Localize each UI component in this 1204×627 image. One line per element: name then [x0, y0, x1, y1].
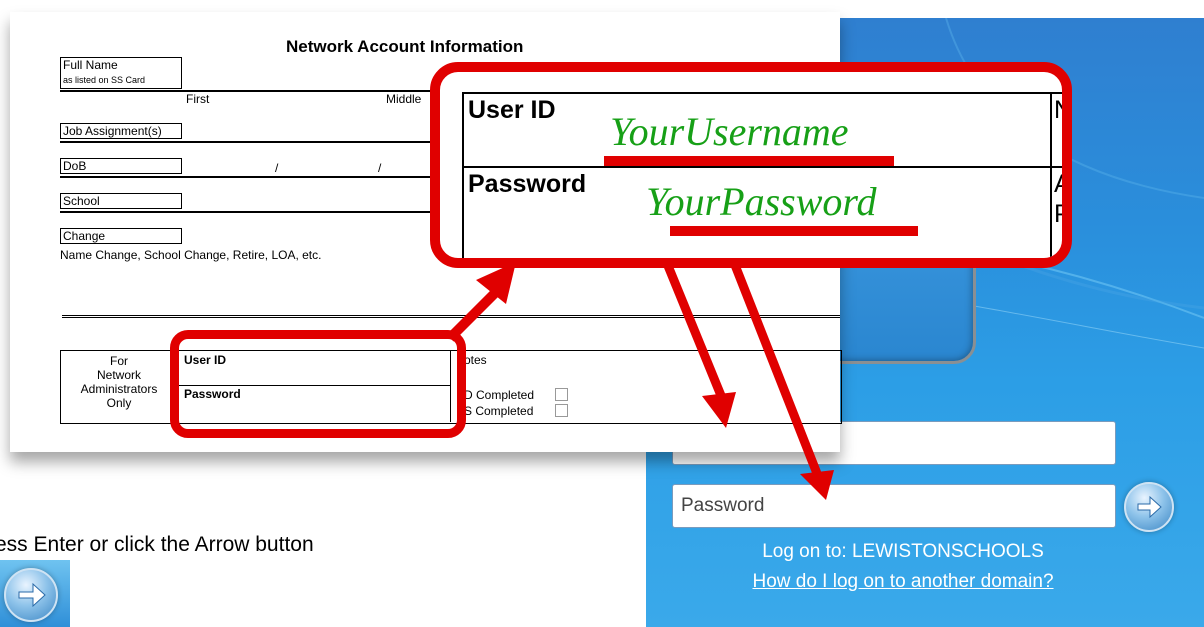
password-underline [670, 226, 918, 236]
zoom-right-border [1050, 92, 1052, 258]
zoom-edge-a: A [1054, 170, 1071, 198]
zoom-top-border [462, 92, 1062, 94]
arrow-button-sample [0, 560, 70, 627]
full-name-label: Full Name [63, 58, 118, 72]
completed-checkbox-1[interactable] [555, 388, 568, 401]
dob-line [60, 176, 460, 178]
school-line [60, 211, 460, 213]
job-line [60, 141, 460, 143]
password-field[interactable]: Password [672, 484, 1116, 528]
job-assignment-label: Job Assignment(s) [63, 124, 162, 138]
arrow-right-circle-icon [4, 568, 58, 622]
change-label: Change [63, 229, 106, 243]
submit-arrow-button[interactable] [1124, 482, 1174, 532]
zoom-edge-p: P [1054, 200, 1071, 228]
username-underline [604, 156, 894, 166]
dob-label: DoB [63, 159, 87, 173]
logon-domain-text: Log on to: LEWISTONSCHOOLS [762, 541, 1044, 562]
admin-line-2: Network [96, 368, 141, 382]
zoom-password-label: Password [468, 170, 587, 198]
admin-line-4: Only [106, 396, 132, 410]
dob-slash-2: / [378, 161, 382, 175]
zoomed-credentials-callout: User ID Password YourUsername YourPasswo… [430, 62, 1072, 268]
zoom-edge-n: N [1054, 96, 1072, 124]
credentials-highlight-box [170, 330, 466, 438]
change-note: Name Change, School Change, Retire, LOA,… [60, 248, 322, 262]
completed-label-1: D Completed [464, 388, 535, 402]
other-domain-link[interactable]: How do I log on to another domain? [646, 571, 1182, 593]
password-example: YourPassword [646, 179, 877, 224]
zoom-user-id-label: User ID [468, 96, 556, 124]
completed-label-2: S Completed [464, 404, 534, 418]
admin-line-3: Administrators [80, 382, 158, 396]
school-label: School [63, 194, 100, 208]
dob-slash-1: / [275, 161, 279, 175]
notes-label: otes [464, 353, 487, 367]
full-name-sublabel: as listed on SS Card [63, 75, 146, 85]
zoom-row-divider [462, 166, 1062, 168]
arrow-right-circle-icon [1137, 495, 1162, 519]
form-title: Network Account Information [286, 37, 524, 56]
completed-checkbox-2[interactable] [555, 404, 568, 417]
section-divider [62, 315, 840, 318]
instruction-caption: ress Enter or click the Arrow button [0, 533, 314, 556]
first-label: First [186, 92, 210, 106]
arrow-glyph-icon [18, 582, 46, 608]
middle-label: Middle [386, 92, 422, 106]
admin-line-1: For [110, 354, 128, 368]
zoom-left-border [462, 92, 464, 258]
username-example: YourUsername [610, 109, 849, 154]
